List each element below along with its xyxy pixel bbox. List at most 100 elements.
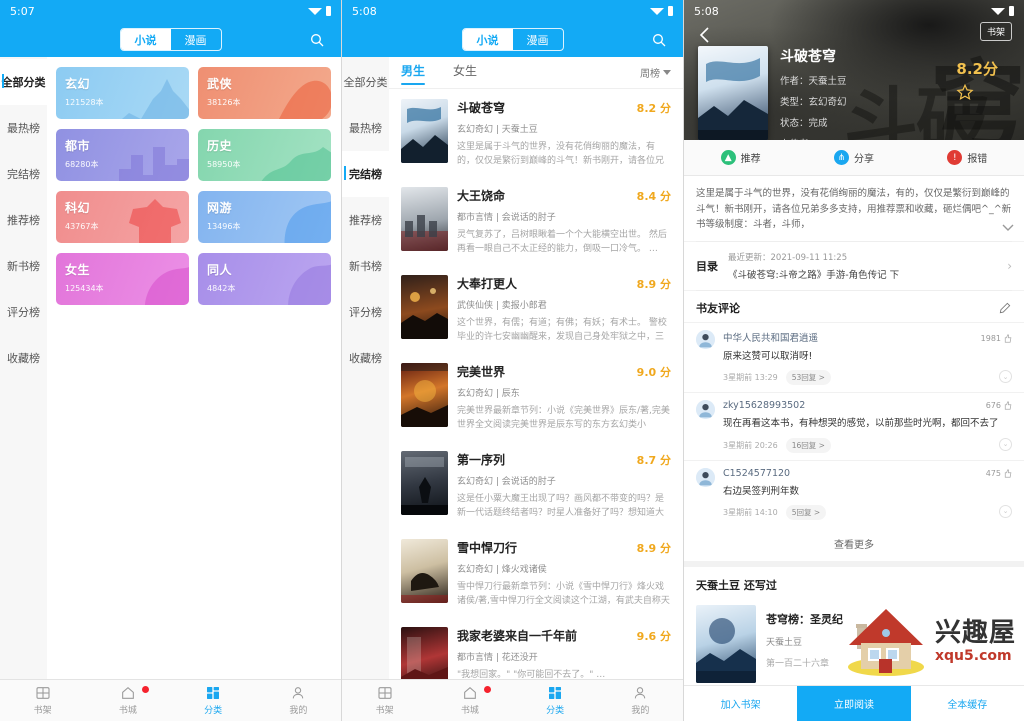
- read-now-button[interactable]: 立即阅读: [797, 686, 911, 721]
- sidebar-item-completed[interactable]: 完结榜: [0, 151, 47, 197]
- cover-art-icon: [401, 362, 448, 427]
- action-label: 推荐: [740, 154, 761, 165]
- book-meta: 雪中悍刀行 8.9 分 玄幻奇幻 | 烽火戏诸侯 雪中悍刀行最新章节列：小说《雪…: [457, 539, 671, 609]
- sidebar-item-all-categories[interactable]: 全部分类: [0, 59, 47, 105]
- nav-label: 分类: [204, 706, 223, 716]
- list-item[interactable]: 大奉打更人 8.9 分 武侠仙侠 | 卖报小郎君 这个世界，有儒；有道；有佛；有…: [389, 265, 683, 353]
- rank-period-dropdown[interactable]: 周榜: [640, 65, 671, 80]
- book-category: 玄幻奇幻 | 会说话的肘子: [457, 476, 556, 487]
- battery-icon: [668, 6, 673, 16]
- sidebar-item-new-books[interactable]: 新书榜: [0, 243, 47, 289]
- book-intro[interactable]: 这里是属于斗气的世界，没有花俏绚丽的魔法，有的，仅仅是繁衍到巅峰的斗气！新书刚开…: [684, 176, 1024, 242]
- book-title: 斗破苍穹: [780, 49, 836, 65]
- sidebar-item-rating[interactable]: 评分榜: [0, 289, 47, 335]
- comment-replies-button[interactable]: 5回复 >: [785, 504, 827, 520]
- sidebar-item-completed[interactable]: 完结榜: [342, 151, 389, 197]
- category-card[interactable]: 科幻 43767本: [56, 191, 189, 243]
- category-card[interactable]: 同人 4842本: [198, 253, 331, 305]
- catalog-updated: 最近更新：2021-09-11 11:25: [728, 253, 848, 264]
- comment-replies-button[interactable]: 16回复 >: [785, 437, 831, 453]
- book-cover-large[interactable]: [698, 46, 768, 140]
- back-arrow-icon[interactable]: [698, 26, 712, 44]
- sidebar-item-hottest[interactable]: 最热榜: [342, 105, 389, 151]
- add-to-bookshelf-button[interactable]: 加入书架: [684, 686, 797, 721]
- sidebar-item-all-categories[interactable]: 全部分类: [342, 59, 389, 105]
- list-item[interactable]: 大王饶命 8.4 分 都市言情 | 会说话的肘子 灵气复苏了，吕树眼瞅着一个个大…: [389, 177, 683, 265]
- category-card[interactable]: 玄幻 121528本: [56, 67, 189, 119]
- comment-top: 中华人民共和国君逍遥 1981: [723, 330, 1012, 344]
- sidebar-item-rating[interactable]: 评分榜: [342, 289, 389, 335]
- nav-label: 书架: [33, 706, 52, 716]
- category-card[interactable]: 网游 13496本: [198, 191, 331, 243]
- report-error-button[interactable]: ! 报错: [911, 140, 1024, 175]
- watermark-name: 兴趣屋: [934, 617, 1016, 648]
- comment-likes[interactable]: 676: [986, 401, 1012, 410]
- tab-male[interactable]: 男生: [401, 62, 426, 85]
- book-score: 8.9 分: [636, 541, 671, 555]
- content-type-toggle[interactable]: 小说 漫画: [461, 28, 564, 51]
- chevron-down-icon[interactable]: [1002, 224, 1014, 232]
- nav-item-mine[interactable]: 我的: [598, 680, 683, 721]
- list-item[interactable]: 完美世界 9.0 分 玄幻奇幻 | 辰东 完美世界最新章节列：小说《完美世界》辰…: [389, 353, 683, 441]
- book-description: 灵气复苏了，吕树眼瞅着一个个大能横空出世。 然后再看一眼自己不太正经的能力，倒吸…: [457, 230, 667, 254]
- sidebar-item-hottest[interactable]: 最热榜: [0, 105, 47, 151]
- share-icon: ⋔: [833, 150, 849, 165]
- tab-novel[interactable]: 小说: [120, 29, 171, 50]
- pencil-icon[interactable]: [998, 301, 1012, 315]
- sidebar-item-recommended[interactable]: 推荐榜: [0, 197, 47, 243]
- comment-more-icon[interactable]: ⌄: [999, 504, 1012, 518]
- status-indicators: [650, 6, 673, 16]
- action-label: 分享: [853, 154, 874, 165]
- category-card[interactable]: 历史 58950本: [198, 129, 331, 181]
- category-card[interactable]: 女生 125434本: [56, 253, 189, 305]
- book-cover: [401, 450, 448, 515]
- tab-novel[interactable]: 小说: [462, 29, 513, 50]
- sidebar-item-favorites[interactable]: 收藏榜: [342, 335, 389, 381]
- tab-comic[interactable]: 漫画: [513, 29, 563, 50]
- nav-item-bookstore[interactable]: 书城: [85, 680, 170, 721]
- nav-item-bookshelf[interactable]: 书架: [0, 680, 85, 721]
- add-to-shelf-button[interactable]: 书架: [979, 22, 1012, 41]
- list-item[interactable]: 中华人民共和国君逍遥 1981 原来这赞可以取消呀! 3星期前 13:29 53…: [684, 322, 1024, 393]
- catalog-row[interactable]: 目录 最近更新：2021-09-11 11:25 《斗破苍穹:斗帝之路》手游-角…: [684, 242, 1024, 291]
- comment-top: zky15628993502 676: [723, 400, 1012, 411]
- list-item[interactable]: C1524577120 475 右边吴签判刑年数 3星期前 14:10 5回复 …: [684, 459, 1024, 527]
- tab-comic[interactable]: 漫画: [171, 29, 221, 50]
- sidebar-item-new-books[interactable]: 新书榜: [342, 243, 389, 289]
- status-time: 5:08: [352, 4, 377, 18]
- recommend-button[interactable]: ▲ 推荐: [684, 140, 797, 175]
- content-row-middle: 全部分类 最热榜 完结榜 推荐榜 新书榜 评分榜 收藏榜 男生 女生 周榜 斗破…: [342, 57, 683, 688]
- book-score: 9.6 分: [636, 629, 671, 643]
- list-item[interactable]: zky15628993502 676 现在再看这本书，有种想哭的感觉，以前那些时…: [684, 392, 1024, 460]
- list-item[interactable]: 第一序列 8.7 分 玄幻奇幻 | 会说话的肘子 这是任小粟大魔王出现了吗？画风…: [389, 441, 683, 529]
- sidebar-item-favorites[interactable]: 收藏榜: [0, 335, 47, 381]
- category-card[interactable]: 武侠 38126本: [198, 67, 331, 119]
- nav-item-mine[interactable]: 我的: [256, 680, 341, 721]
- view-more-comments-button[interactable]: 查看更多: [684, 526, 1024, 561]
- bookshelf-icon: [36, 687, 50, 699]
- list-item[interactable]: 雪中悍刀行 8.9 分 玄幻奇幻 | 烽火戏诸侯 雪中悍刀行最新章节列：小说《雪…: [389, 529, 683, 617]
- nav-item-bookstore[interactable]: 书城: [427, 680, 512, 721]
- content-type-toggle[interactable]: 小说 漫画: [119, 28, 222, 51]
- book-description: 这个世界，有儒；有道；有佛；有妖；有术士。 警校毕业的许七安幽幽醒来，发现自己身…: [457, 317, 667, 342]
- search-icon[interactable]: [651, 32, 667, 48]
- comment-likes[interactable]: 1981: [981, 334, 1012, 343]
- sidebar-item-recommended[interactable]: 推荐榜: [342, 197, 389, 243]
- comment-more-icon[interactable]: ⌄: [999, 437, 1012, 451]
- nav-item-category[interactable]: 分类: [171, 680, 256, 721]
- search-icon[interactable]: [309, 32, 325, 48]
- rank-sidebar-left: 全部分类 最热榜 完结榜 推荐榜 新书榜 评分榜 收藏榜: [0, 57, 47, 688]
- download-all-button[interactable]: 全本缓存: [911, 686, 1024, 721]
- content-row-left: 全部分类 最热榜 完结榜 推荐榜 新书榜 评分榜 收藏榜 玄幻 121528本 …: [0, 57, 341, 688]
- list-item[interactable]: 斗破苍穹 8.2 分 玄幻奇幻 | 天蚕土豆 这里是属于斗气的世界，没有花俏绚丽…: [389, 89, 683, 177]
- tab-female[interactable]: 女生: [453, 62, 477, 83]
- comment-replies-button[interactable]: 53回复 >: [785, 370, 831, 386]
- nav-item-category[interactable]: 分类: [513, 680, 598, 721]
- share-button[interactable]: ⋔ 分享: [797, 140, 910, 175]
- category-count: 13496本: [207, 222, 241, 231]
- book-title: 完美世界: [457, 364, 506, 379]
- nav-item-bookshelf[interactable]: 书架: [342, 680, 427, 721]
- comment-likes[interactable]: 475: [986, 469, 1012, 478]
- list-item[interactable]: 我家老婆来自一千年前 9.6 分 都市言情 | 花还没开 "我想回家。" "你可…: [389, 617, 683, 688]
- category-card[interactable]: 都市 68280本: [56, 129, 189, 181]
